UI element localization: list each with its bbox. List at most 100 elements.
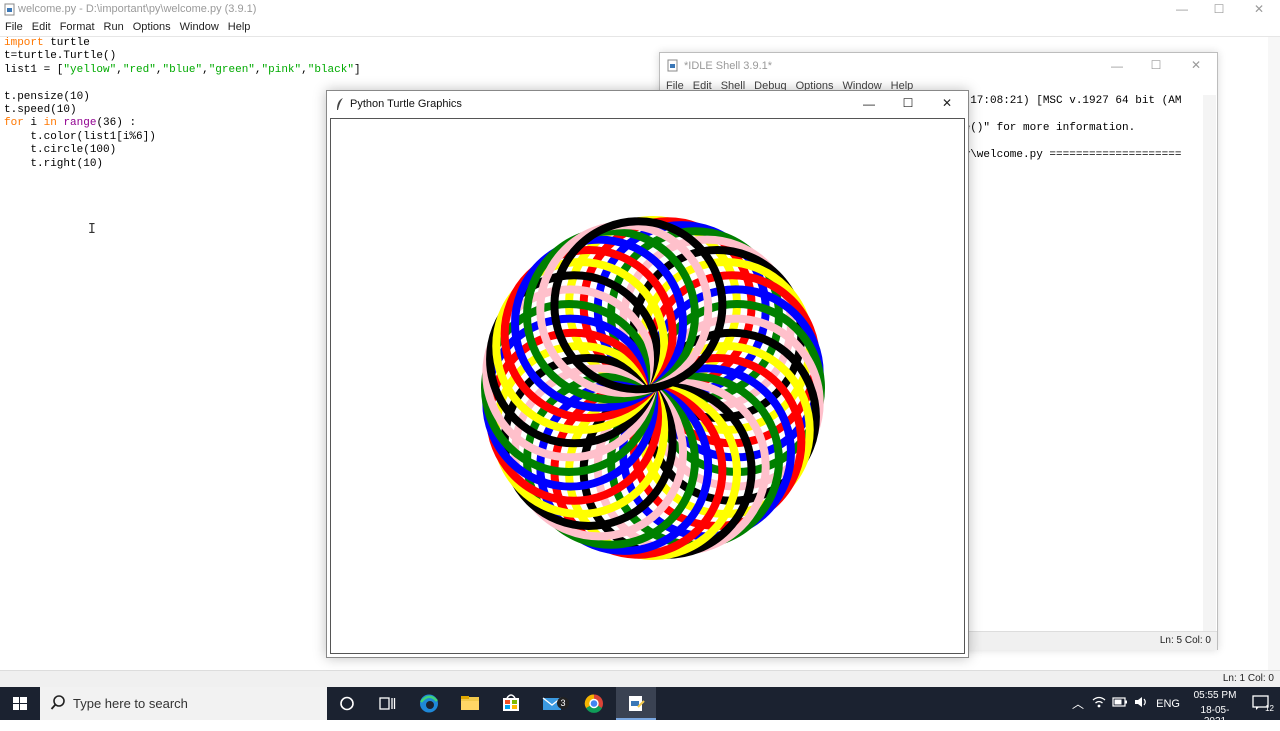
feather-icon (335, 97, 345, 114)
code-line: t.circle(100) (4, 144, 361, 157)
code-line: t.pensize(10) (4, 91, 361, 104)
edge-icon[interactable] (409, 687, 449, 720)
shell-output[interactable]: , 17:08:21) [MSC v.1927 64 bit (AM se()" … (957, 95, 1181, 163)
code-token: "blue" (162, 63, 203, 76)
editor-menu-run[interactable]: Run (104, 21, 124, 33)
shell-cursor-position: Ln: 5 Col: 0 (1159, 635, 1211, 646)
editor-scrollbar[interactable] (1268, 37, 1280, 670)
code-token: "green" (208, 63, 255, 76)
editor-menu-window[interactable]: Window (180, 21, 219, 33)
start-button[interactable] (0, 687, 40, 720)
editor-cursor-position: Ln: 1 Col: 0 (1222, 673, 1274, 684)
code-line: t=turtle.Turtle() (4, 50, 361, 63)
python-file-icon (667, 59, 678, 75)
code-line: t.color(list1[i%6]) (4, 131, 361, 144)
language-indicator[interactable]: ENG (1156, 698, 1180, 710)
code-token: ] (353, 63, 361, 76)
code-token: "red" (122, 63, 156, 76)
shell-scrollbar[interactable] (1203, 95, 1216, 631)
editor-menubar: File Edit Format Run Options Window Help (0, 19, 1280, 37)
code-token: "black" (307, 63, 354, 76)
shell-output-line: py\welcome.py ==================== (957, 149, 1182, 161)
editor-menu-options[interactable]: Options (133, 21, 171, 33)
shell-titlebar[interactable]: *IDLE Shell 3.9.1* — ☐ ✕ (660, 53, 1217, 79)
shell-title: *IDLE Shell 3.9.1* (684, 60, 773, 72)
text-cursor-icon: I (88, 222, 96, 237)
windows-icon (13, 697, 27, 710)
code-token: i (23, 117, 44, 130)
turtle-window: Python Turtle Graphics — ☐ ✕ (326, 90, 969, 658)
shell-output-line (957, 136, 1181, 150)
mail-badge: 3 (557, 697, 569, 709)
taskbar: Type here to search 3 ︿ ENG 05:55 PM 18-… (0, 687, 1280, 727)
python-file-icon (4, 3, 15, 19)
code-token: t.color(list1[i%6]) (4, 130, 156, 143)
cortana-icon[interactable] (327, 687, 367, 720)
code-token: list1 = [ (4, 63, 64, 76)
code-line: t.right(10) (4, 158, 361, 171)
code-editor[interactable]: import turtle t=turtle.Turtle() list1 = ["… (4, 37, 361, 171)
idle-icon[interactable] (616, 687, 656, 720)
minimize-icon[interactable]: — (859, 97, 879, 111)
clock-time[interactable]: 05:55 PM (1190, 690, 1240, 701)
chrome-icon[interactable] (574, 687, 614, 720)
code-token: , (301, 63, 308, 76)
chevron-up-icon[interactable]: ︿ (1072, 695, 1084, 712)
code-line: for i in range(36) : (4, 117, 361, 130)
close-icon[interactable]: ✕ (1186, 58, 1206, 72)
turtle-title: Python Turtle Graphics (350, 98, 462, 110)
editor-menu-help[interactable]: Help (228, 21, 251, 33)
editor-menu-file[interactable]: File (5, 21, 23, 33)
code-token: t.circle(100) (4, 144, 117, 157)
volume-icon[interactable] (1134, 695, 1148, 712)
turtle-titlebar[interactable]: Python Turtle Graphics — ☐ ✕ (327, 91, 968, 117)
mail-icon[interactable]: 3 (532, 687, 572, 720)
shell-output-line (957, 109, 1181, 123)
shell-output-line: se()" for more information. (957, 122, 1136, 134)
turtle-canvas[interactable] (330, 118, 965, 654)
code-token: range (63, 117, 97, 130)
code-token: (36) : (96, 117, 137, 130)
editor-titlebar[interactable]: welcome.py - D:\important\py\welcome.py … (0, 0, 1280, 19)
battery-icon[interactable] (1112, 696, 1128, 711)
code-token: t.speed(10) (4, 103, 77, 116)
minimize-icon[interactable]: — (1172, 2, 1192, 16)
code-token: "pink" (261, 63, 302, 76)
editor-menu-format[interactable]: Format (60, 21, 95, 33)
code-token: in (43, 117, 57, 130)
taskbar-search[interactable]: Type here to search (40, 687, 327, 720)
shell-output-line: , 17:08:21) [MSC v.1927 64 bit (AM (957, 95, 1182, 107)
code-line: t.speed(10) (4, 104, 361, 117)
code-token: "yellow" (63, 63, 117, 76)
code-line: import turtle (4, 37, 361, 50)
file-explorer-icon[interactable] (450, 687, 490, 720)
code-token: t.pensize(10) (4, 90, 90, 103)
minimize-icon[interactable]: — (1107, 59, 1127, 73)
code-token: , (254, 63, 262, 76)
code-token: t=turtle.Turtle() (4, 50, 117, 63)
code-token: , (202, 63, 209, 76)
editor-menu-edit[interactable]: Edit (32, 21, 51, 33)
code-line: list1 = ["yellow","red","blue","green","… (4, 64, 361, 77)
code-token: , (116, 63, 123, 76)
clock-date[interactable]: 18-05-2021 (1190, 705, 1240, 727)
maximize-icon[interactable]: ☐ (1209, 2, 1229, 16)
editor-statusbar: Ln: 1 Col: 0 (0, 670, 1280, 688)
close-icon[interactable]: ✕ (937, 96, 957, 110)
code-token: t.right(10) (4, 157, 104, 170)
search-placeholder: Type here to search (73, 696, 188, 711)
code-token: for (4, 117, 24, 130)
code-token: turtle (43, 37, 90, 49)
notification-count: 12 (1265, 704, 1274, 713)
task-view-icon[interactable] (367, 687, 407, 720)
editor-title: welcome.py - D:\important\py\welcome.py … (18, 3, 257, 15)
store-icon[interactable] (491, 687, 531, 720)
maximize-icon[interactable]: ☐ (898, 96, 918, 110)
wifi-icon[interactable] (1092, 695, 1106, 712)
maximize-icon[interactable]: ☐ (1146, 58, 1166, 72)
code-token: import (4, 37, 44, 49)
turtle-drawing (481, 216, 825, 560)
search-icon (50, 694, 66, 715)
close-icon[interactable]: ✕ (1249, 2, 1269, 16)
